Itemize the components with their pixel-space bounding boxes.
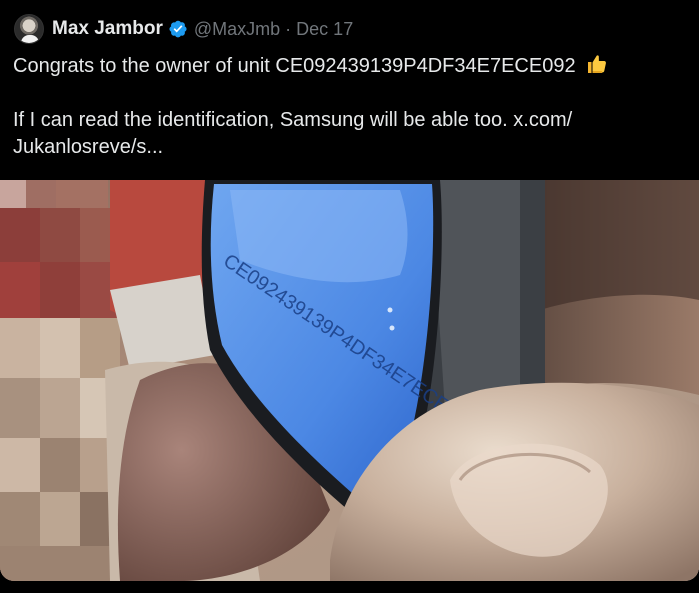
tweet-date[interactable]: Dec 17 <box>296 19 353 40</box>
tweet-line-1: Congrats to the owner of unit CE09243913… <box>13 52 673 80</box>
user-handle[interactable]: @MaxJmb <box>194 19 280 40</box>
tweet-text-line1: Congrats to the owner of unit CE09243913… <box>13 55 576 77</box>
verified-badge-icon[interactable] <box>168 19 188 39</box>
tweet-header: Max Jambor @MaxJmb · Dec 17 <box>14 12 353 46</box>
tweet-body: Congrats to the owner of unit CE09243913… <box>13 52 673 161</box>
avatar[interactable] <box>14 14 44 44</box>
display-name[interactable]: Max Jambor <box>52 18 163 40</box>
separator-dot: · <box>285 18 292 39</box>
thumbs-up-icon <box>588 55 607 73</box>
bottom-strip <box>0 581 699 593</box>
tweet-line-2: If I can read the identification, Samsun… <box>13 107 673 134</box>
photo-watch-closeup: CE092439139P4DF34E7ECE <box>0 180 699 581</box>
tweet-text-line2: If I can read the identification, Samsun… <box>13 109 573 131</box>
tweet-link[interactable]: Jukanlosreve/s... <box>13 134 673 161</box>
tweet-card[interactable]: Max Jambor @MaxJmb · Dec 17 Congrats to … <box>0 0 699 593</box>
tweet-photo[interactable]: CE092439139P4DF34E7ECE <box>0 180 699 581</box>
